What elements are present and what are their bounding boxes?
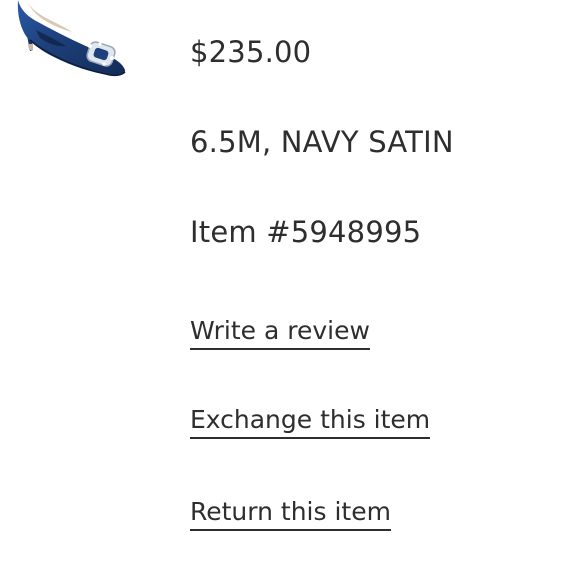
exchange-item-link[interactable]: Exchange this item: [190, 407, 431, 439]
write-review-link[interactable]: Write a review: [190, 318, 370, 350]
item-price: $235.00: [190, 35, 312, 69]
item-variant: 6.5M, NAVY SATIN: [190, 125, 454, 159]
shoe-icon: [17, 0, 126, 77]
product-image[interactable]: [0, 0, 140, 92]
return-item-link[interactable]: Return this item: [190, 499, 391, 531]
item-number: Item #5948995: [190, 215, 422, 249]
